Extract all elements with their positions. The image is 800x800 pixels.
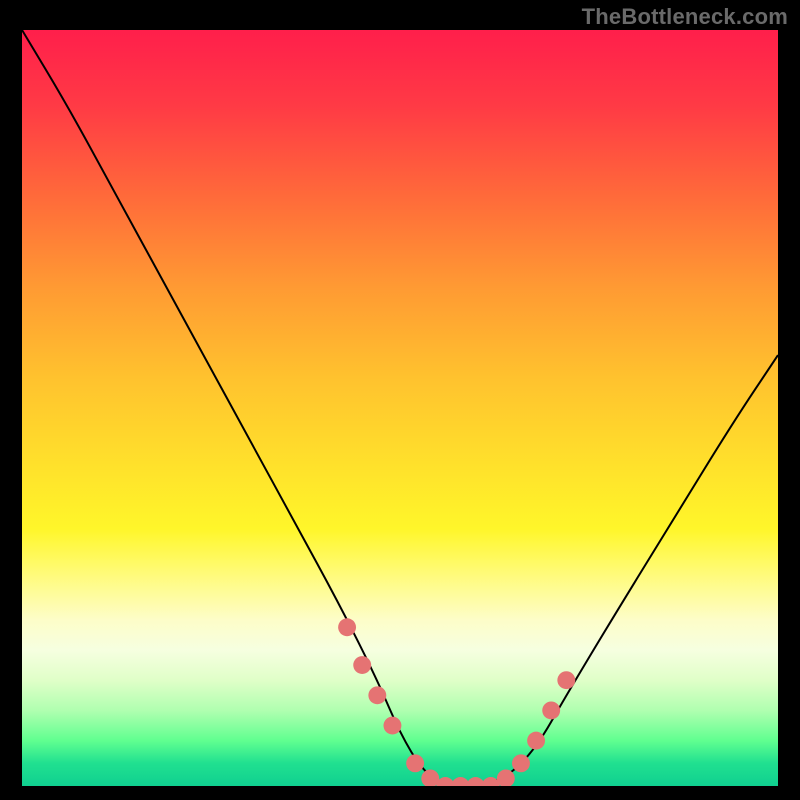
highlight-dot [542,701,560,719]
highlight-dot [406,754,424,772]
highlight-dot [383,717,401,735]
chart-frame [20,28,780,788]
highlight-dot [467,777,485,786]
highlight-dot [421,769,439,786]
highlight-dot [452,777,470,786]
highlight-dots-group [338,618,575,786]
highlight-dot [527,732,545,750]
bottleneck-curve [22,30,778,786]
highlight-dot [512,754,530,772]
watermark-text: TheBottleneck.com [582,4,788,30]
highlight-dot [557,671,575,689]
chart-svg [22,30,778,786]
highlight-dot [353,656,371,674]
chart-plot-area [22,30,778,786]
highlight-dot [368,686,386,704]
highlight-dot [338,618,356,636]
